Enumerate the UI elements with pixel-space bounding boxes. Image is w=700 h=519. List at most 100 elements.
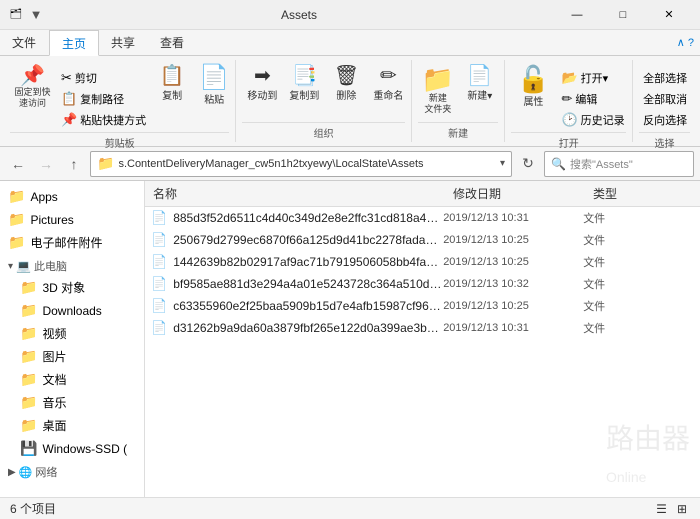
paste-shortcut-button[interactable]: 📌 粘贴快捷方式 xyxy=(57,110,150,130)
organize-label: 组织 xyxy=(242,122,404,142)
sidebar-item-videos[interactable]: 📁 视频 xyxy=(0,322,144,345)
delete-button[interactable]: 🗑 删除 xyxy=(326,64,366,104)
edit-button[interactable]: ✏ 编辑 xyxy=(557,89,628,109)
paste-shortcut-label: 粘贴快捷方式 xyxy=(80,112,146,128)
search-box[interactable]: 🔍 搜索"Assets" xyxy=(544,151,694,177)
tab-home[interactable]: 主页 xyxy=(49,30,99,56)
history-button[interactable]: 🕑 历史记录 xyxy=(557,110,628,130)
pin-quick-access-button[interactable]: 📌 固定到快速访问 xyxy=(10,64,55,111)
sidebar-section-thispc[interactable]: ▾ 💻 此电脑 xyxy=(0,254,144,276)
clipboard-items: 📌 固定到快速访问 ✂ 剪切 📋 复制路径 📌 xyxy=(10,60,229,130)
main-area: 📁 Apps 📁 Pictures 📁 电子邮件附件 ▾ 💻 此电脑 📁 3D … xyxy=(0,181,700,497)
sidebar-item-desktop[interactable]: 📁 桌面 xyxy=(0,414,144,437)
cut-icon: ✂ xyxy=(61,70,72,86)
column-header-type[interactable]: 类型 xyxy=(585,181,700,206)
sidebar-item-downloads[interactable]: 📁 Downloads xyxy=(0,299,144,322)
sidebar-item-label-music: 音乐 xyxy=(42,394,66,411)
sidebar-item-documents[interactable]: 📁 文档 xyxy=(0,368,144,391)
sidebar-item-3dobjects[interactable]: 📁 3D 对象 xyxy=(0,276,144,299)
table-row[interactable]: 📄 bf9585ae881d3e294a4a01e5243728c364a510… xyxy=(145,273,700,295)
file-type: 文件 xyxy=(583,254,700,270)
new-item-label: 新建▾ xyxy=(467,87,492,102)
address-bar-row: ← → ↑ 📁 s.ContentDeliveryManager_cw5n1h2… xyxy=(0,147,700,181)
file-type: 文件 xyxy=(583,320,700,336)
properties-label: 属性 xyxy=(523,93,543,108)
tab-share[interactable]: 共享 xyxy=(99,30,148,55)
open-button[interactable]: 📂 打开▾ xyxy=(557,68,628,88)
paste-label: 粘贴 xyxy=(204,91,224,106)
table-row[interactable]: 📄 885d3f52d6511c4d40c349d2e8e2ffc31cd818… xyxy=(145,207,700,229)
refresh-button[interactable]: ↻ xyxy=(516,152,540,176)
invert-selection-button[interactable]: 反向选择 xyxy=(639,110,691,130)
ribbon-group-select: 全部选择 全部取消 反向选择 选择 xyxy=(633,60,696,142)
file-name: bf9585ae881d3e294a4a01e5243728c364a510d3… xyxy=(173,277,443,291)
file-name: 250679d2799ec6870f66a125d9d41bc2278fada0… xyxy=(173,233,443,247)
ribbon-collapse-btn[interactable]: ∧ ? xyxy=(671,30,700,55)
column-header-name[interactable]: 名称 xyxy=(145,181,445,206)
sidebar-item-windowsssd[interactable]: 💾 Windows-SSD ( xyxy=(0,437,144,460)
address-text: s.ContentDeliveryManager_cw5n1h2txyewy\L… xyxy=(118,158,496,170)
tab-view[interactable]: 查看 xyxy=(148,30,197,55)
sidebar-item-label-desktop: 桌面 xyxy=(42,417,66,434)
copy-path-button[interactable]: 📋 复制路径 xyxy=(57,89,150,109)
copy-to-label: 复制到 xyxy=(289,87,319,102)
new-folder-button[interactable]: 📁 新建文件夹 xyxy=(418,64,458,117)
file-rows: 📄 885d3f52d6511c4d40c349d2e8e2ffc31cd818… xyxy=(145,207,700,497)
expand-icon-network: ▶ xyxy=(8,467,16,478)
pin-icon: 📌 xyxy=(20,66,45,86)
rename-button[interactable]: ✏ 重命名 xyxy=(368,64,408,104)
window-controls: — □ ✕ xyxy=(554,0,692,30)
close-button[interactable]: ✕ xyxy=(646,0,692,30)
file-icon: 📄 xyxy=(151,298,167,314)
sidebar-thispc-text: 此电脑 xyxy=(34,258,67,274)
sidebar-item-label-videos: 视频 xyxy=(42,325,66,342)
grid-view-icon[interactable]: ⊞ xyxy=(674,502,690,516)
copy-icon: 📋 xyxy=(160,66,185,86)
table-row[interactable]: 📄 c63355960e2f25baa5909b15d7e4afb15987cf… xyxy=(145,295,700,317)
table-row[interactable]: 📄 1442639b82b02917af9ac71b7919506058bb4f… xyxy=(145,251,700,273)
delete-label: 删除 xyxy=(336,87,356,102)
rename-label: 重命名 xyxy=(373,87,403,102)
select-label: 选择 xyxy=(639,132,690,152)
sidebar-item-music[interactable]: 📁 音乐 xyxy=(0,391,144,414)
file-icon: 📄 xyxy=(151,320,167,336)
sidebar-item-label-downloads: Downloads xyxy=(42,304,101,318)
sidebar-item-email[interactable]: 📁 电子邮件附件 xyxy=(0,231,144,254)
maximize-button[interactable]: □ xyxy=(600,0,646,30)
sidebar-item-apps[interactable]: 📁 Apps xyxy=(0,185,144,208)
list-view-icon[interactable]: ☰ xyxy=(653,502,670,516)
quick-access-icon[interactable]: ▼ xyxy=(28,7,44,23)
cut-button[interactable]: ✂ 剪切 xyxy=(57,68,150,88)
back-button[interactable]: ← xyxy=(6,152,30,176)
ribbon-group-clipboard: 📌 固定到快速访问 ✂ 剪切 📋 复制路径 📌 xyxy=(4,60,236,142)
folder-icon-desktop: 📁 xyxy=(20,417,37,434)
window-icon: 🗂 xyxy=(8,7,24,23)
select-all-button[interactable]: 全部选择 xyxy=(639,68,691,88)
new-item-button[interactable]: 📄 新建▾ xyxy=(460,64,500,104)
column-header-date[interactable]: 修改日期 xyxy=(445,181,585,206)
table-row[interactable]: 📄 250679d2799ec6870f66a125d9d41bc2278fad… xyxy=(145,229,700,251)
table-row[interactable]: 📄 d31262b9a9da60a3879fbf265e122d0a399ae3… xyxy=(145,317,700,339)
file-name: 1442639b82b02917af9ac71b7919506058bb4fac… xyxy=(173,255,443,269)
new-folder-label: 新建文件夹 xyxy=(424,93,451,115)
move-to-icon: ➡ xyxy=(254,66,271,86)
sidebar-item-label-email: 电子邮件附件 xyxy=(30,234,102,251)
properties-button[interactable]: 🔓 属性 xyxy=(511,64,555,110)
sidebar-section-network[interactable]: ▶ 🌐 网络 xyxy=(0,460,144,482)
select-none-button[interactable]: 全部取消 xyxy=(639,89,691,109)
paste-button[interactable]: 📄 粘贴 xyxy=(194,64,234,108)
file-type: 文件 xyxy=(583,210,700,226)
folder-icon-music: 📁 xyxy=(20,394,37,411)
file-date: 2019/12/13 10:31 xyxy=(443,212,583,224)
forward-button[interactable]: → xyxy=(34,152,58,176)
sidebar-item-pictures2[interactable]: 📁 图片 xyxy=(0,345,144,368)
address-box[interactable]: 📁 s.ContentDeliveryManager_cw5n1h2txyewy… xyxy=(90,151,512,177)
sidebar-item-label-pictures: Pictures xyxy=(30,213,73,227)
up-button[interactable]: ↑ xyxy=(62,152,86,176)
copy-to-button[interactable]: 📑 复制到 xyxy=(284,64,324,104)
copy-button[interactable]: 📋 复制 xyxy=(152,64,192,104)
move-to-button[interactable]: ➡ 移动到 xyxy=(242,64,282,104)
sidebar-item-pictures[interactable]: 📁 Pictures xyxy=(0,208,144,231)
tab-file[interactable]: 文件 xyxy=(0,30,49,55)
minimize-button[interactable]: — xyxy=(554,0,600,30)
